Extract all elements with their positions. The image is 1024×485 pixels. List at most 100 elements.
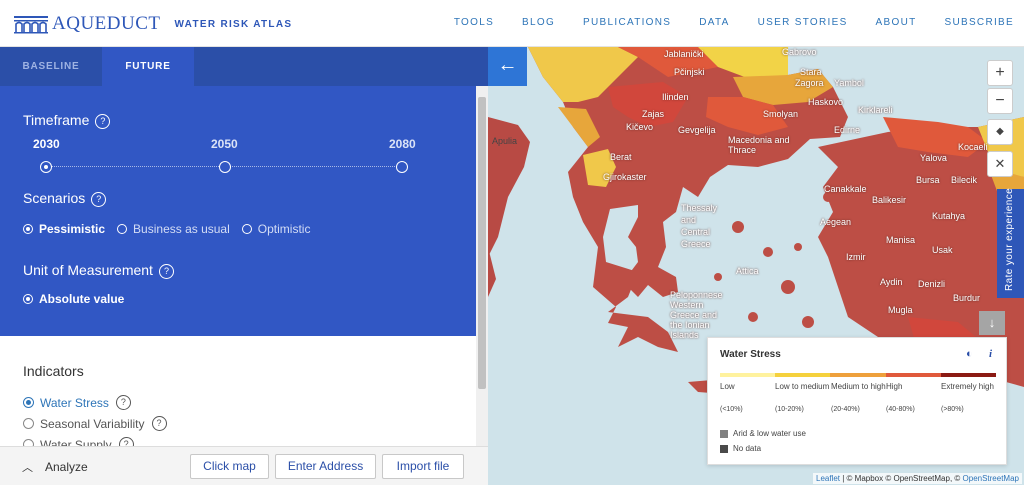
map-label: Ilinden — [662, 92, 689, 102]
radio-icon — [117, 224, 128, 234]
legend-no-data-label: No data — [733, 444, 762, 453]
map-label: Mugla — [888, 305, 913, 315]
fullscreen-button[interactable]: ✕ — [987, 151, 1013, 177]
arrow-left-icon: ← — [497, 54, 518, 76]
timeframe-help-icon[interactable]: ? — [95, 114, 111, 129]
unit-absolute-value-radio[interactable]: Absolute value — [23, 292, 124, 306]
nav-publications[interactable]: PUBLICATIONS — [583, 17, 671, 28]
map-label: Yambol — [834, 78, 864, 88]
indicator-water-stress[interactable]: Water Stress? — [23, 392, 167, 413]
leaflet-link[interactable]: Leaflet — [816, 474, 840, 483]
map-label: Attica — [736, 266, 759, 276]
map-label: Canakkale — [824, 184, 867, 194]
tab-baseline[interactable]: BASELINE — [0, 47, 102, 86]
legend-swatch-low — [720, 373, 776, 377]
collapse-sidebar-button[interactable]: ← — [488, 47, 527, 86]
legend-swatch-extremely-high — [940, 373, 997, 377]
map-label: Kičevo — [626, 122, 654, 132]
map-view[interactable]: Jablanički Gabrovo Pčinjski Stara Zagora… — [488, 47, 1024, 485]
indicator-seasonal-variability-label: Seasonal Variability — [40, 416, 145, 431]
top-navigation-bar: AQUEDUCT WATER RISK ATLAS TOOLS BLOG PUB… — [0, 0, 1024, 47]
sidebar-scrollbar-thumb[interactable] — [478, 97, 486, 389]
map-label: Manisa — [886, 235, 916, 245]
legend-swatch-no-data — [720, 444, 728, 453]
radio-icon — [23, 418, 34, 429]
aqueduct-logo[interactable]: AQUEDUCT WATER RISK ATLAS — [14, 13, 292, 35]
rate-experience-tab[interactable]: Rate your experience — [997, 188, 1024, 298]
timeframe-dot-2030[interactable] — [40, 161, 52, 173]
map-attribution: Leaflet | © Mapbox © OpenStreetMap, © Op… — [813, 473, 1022, 484]
zoom-out-button[interactable]: − — [987, 88, 1013, 114]
legend-color-bar — [720, 373, 997, 377]
radio-selected-icon — [23, 224, 33, 234]
timeframe-dot-2050[interactable] — [219, 161, 231, 173]
scenario-options: Pessimistic Business as usual Optimistic — [23, 222, 322, 236]
water-stress-help-icon[interactable]: ? — [115, 395, 131, 410]
map-label: Yalova — [920, 153, 947, 163]
legend-range-high: (40-80%) — [886, 406, 915, 413]
enter-address-button[interactable]: Enter Address — [275, 454, 376, 479]
nav-about[interactable]: ABOUT — [876, 17, 917, 28]
map-label: Haskovo — [808, 97, 844, 107]
layers-button[interactable]: ◆ — [987, 119, 1013, 145]
tab-future[interactable]: FUTURE — [102, 47, 194, 86]
legend-opacity-icon[interactable]: ◐ — [966, 348, 973, 360]
scenario-business-as-usual-label: Business as usual — [133, 222, 230, 236]
map-label: Macedonia and Thrace — [728, 135, 790, 155]
unit-title: Unit of Measurement — [23, 262, 153, 278]
nav-blog[interactable]: BLOG — [522, 17, 555, 28]
nav-tools[interactable]: TOOLS — [454, 17, 494, 28]
map-label: Bilecik — [951, 175, 978, 185]
shrink-icon: ✕ — [994, 156, 1006, 171]
openstreetmap-link[interactable]: OpenStreetMap — [963, 474, 1019, 483]
map-label: Stara — [800, 67, 822, 77]
seasonal-variability-help-icon[interactable]: ? — [151, 416, 167, 431]
nav-user-stories[interactable]: USER STORIES — [758, 17, 848, 28]
scenario-optimistic-label: Optimistic — [257, 222, 311, 236]
nav-subscribe[interactable]: SUBSCRIBE — [945, 17, 1015, 28]
scenarios-section-title: Scenarios? — [23, 190, 107, 207]
import-file-button[interactable]: Import file — [382, 454, 464, 479]
zoom-in-button[interactable]: + — [987, 60, 1013, 86]
scenario-business-as-usual-radio[interactable]: Business as usual — [117, 222, 230, 236]
map-label: Thessaly and Central Greece — [681, 203, 718, 249]
chevron-up-icon: ︿ — [22, 462, 33, 474]
scroll-down-button[interactable]: ↓ — [979, 311, 1005, 335]
map-label: Usak — [932, 245, 953, 255]
main-nav: TOOLS BLOG PUBLICATIONS DATA USER STORIE… — [426, 17, 1014, 28]
map-label: Smolyan — [763, 109, 799, 119]
arrow-down-icon: ↓ — [988, 315, 996, 330]
legend-swatch-high — [885, 373, 941, 377]
map-label: Bursa — [916, 175, 940, 185]
legend-info-icon[interactable]: i — [989, 348, 992, 360]
legend-swatch-arid — [720, 429, 728, 438]
nav-data[interactable]: DATA — [699, 17, 729, 28]
scenarios-help-icon[interactable]: ? — [91, 192, 107, 207]
map-label: Edirne — [834, 125, 861, 135]
unit-absolute-value-label: Absolute value — [39, 292, 125, 306]
radio-icon — [241, 224, 252, 234]
indicator-seasonal-variability[interactable]: Seasonal Variability? — [23, 413, 167, 434]
logo-text: AQUEDUCT — [52, 13, 161, 34]
unit-options: Absolute value — [23, 292, 136, 306]
indicator-water-stress-label: Water Stress — [40, 395, 109, 410]
unit-help-icon[interactable]: ? — [158, 264, 174, 279]
tab-bar: BASELINE FUTURE — [0, 47, 488, 86]
timeframe-label-2030: 2030 — [33, 137, 60, 151]
attribution-text: | © Mapbox © OpenStreetMap, © — [840, 474, 963, 483]
analyze-toggle[interactable]: ︿ Analyze — [22, 459, 88, 475]
legend-label-low-medium: Low to medium — [775, 382, 830, 391]
indicators-title: Indicators — [23, 363, 84, 379]
layers-icon: ◆ — [996, 126, 1004, 137]
timeframe-dot-2080[interactable] — [396, 161, 408, 173]
legend-range-low-medium: (10-20%) — [775, 406, 804, 413]
map-label: Gjirokaster — [603, 172, 647, 182]
timeframe-label-2050: 2050 — [211, 137, 238, 151]
scenario-pessimistic-radio[interactable]: Pessimistic — [23, 222, 105, 236]
click-map-button[interactable]: Click map — [190, 454, 269, 479]
sidebar: BASELINE FUTURE Timeframe? 2030 2050 208… — [0, 47, 488, 485]
scenario-optimistic-radio[interactable]: Optimistic — [241, 222, 311, 236]
aqueduct-logo-icon — [14, 16, 48, 34]
logo-subtitle: WATER RISK ATLAS — [174, 18, 293, 30]
map-label: Aydin — [880, 277, 903, 287]
